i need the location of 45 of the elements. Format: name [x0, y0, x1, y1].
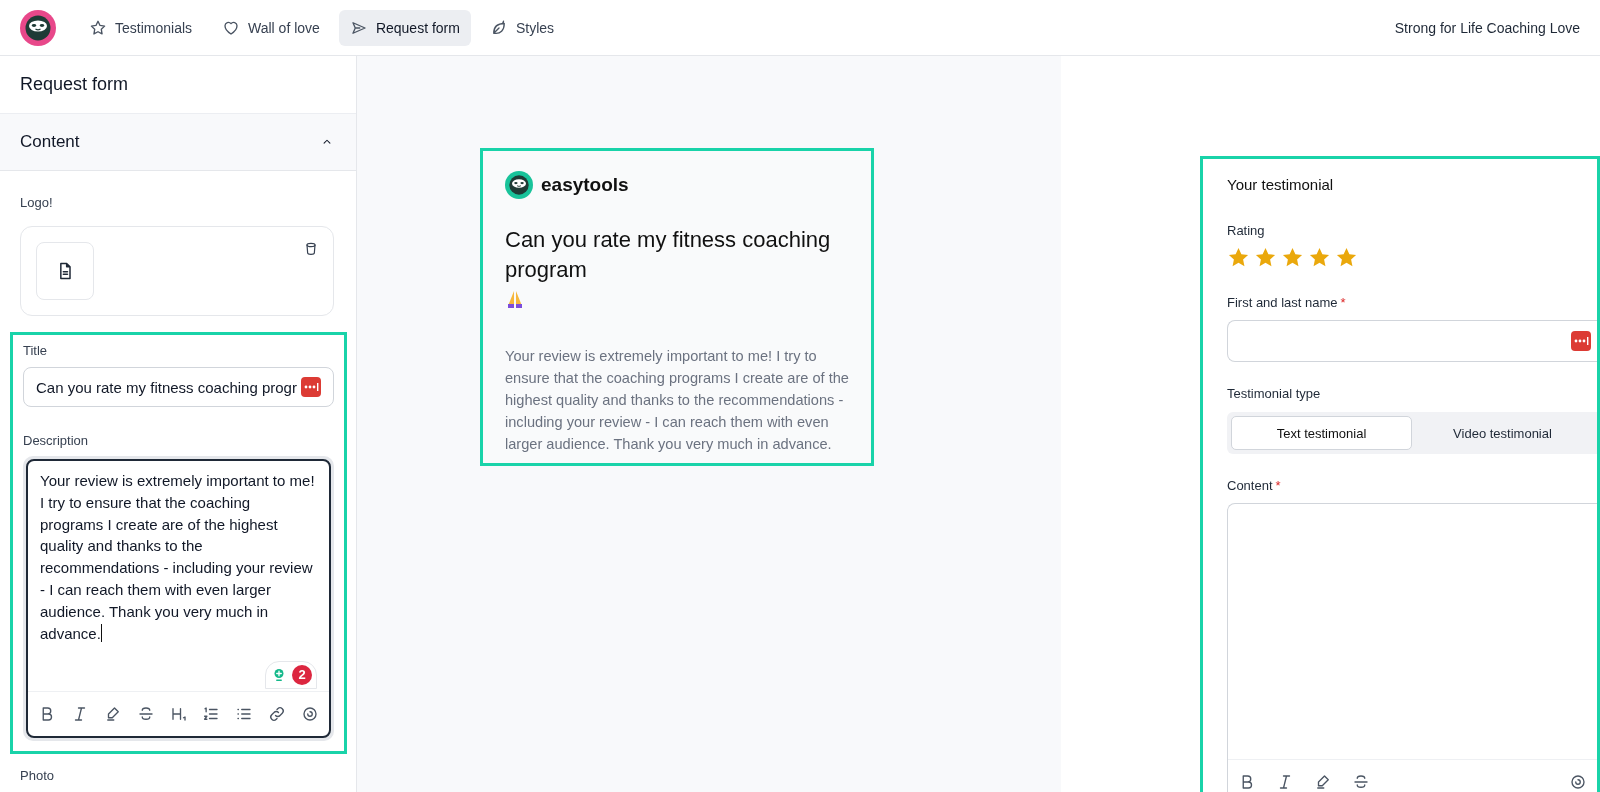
- form-heading: Your testimonial: [1227, 176, 1335, 193]
- section-header[interactable]: Content: [0, 114, 356, 171]
- strikethrough-icon: [1352, 773, 1370, 791]
- trash-icon: [303, 241, 319, 257]
- field-label: Rating: [1227, 223, 1266, 238]
- star-icon[interactable]: [1281, 246, 1304, 269]
- star-icon[interactable]: [1227, 246, 1250, 269]
- field-label: Logo!: [20, 195, 54, 210]
- password-manager-icon[interactable]: [1571, 331, 1591, 351]
- field-label: Photo: [20, 768, 55, 783]
- description-editor[interactable]: [26, 459, 331, 738]
- star-icon[interactable]: [1335, 246, 1358, 269]
- field-label: Title: [23, 343, 49, 358]
- praying-hands-icon: [505, 289, 525, 309]
- field-label: First and last name *: [1227, 295, 1347, 310]
- preview-title: Can you rate my fitness coaching program: [505, 226, 832, 284]
- field-label: Content *: [1227, 478, 1282, 493]
- logo-upload[interactable]: [20, 226, 334, 316]
- issue-count: 2: [292, 665, 312, 685]
- star-icon[interactable]: [1308, 246, 1331, 269]
- highlighter-icon: [1314, 773, 1332, 791]
- account-name[interactable]: Strong for Life Coaching Love: [1394, 19, 1580, 36]
- grammar-widget[interactable]: 2: [265, 661, 317, 689]
- nav-tab[interactable]: Styles: [478, 9, 566, 46]
- strikethrough-icon: [136, 705, 155, 723]
- brand-logo: [505, 171, 533, 199]
- numbered-list-icon: [202, 705, 221, 723]
- app-logo: [20, 9, 56, 46]
- name-field[interactable]: [1227, 320, 1597, 362]
- star-icon: [89, 18, 107, 37]
- title-field[interactable]: Can you rate my fitness coaching progr: [23, 367, 334, 407]
- segment-option[interactable]: Video testimonial: [1412, 416, 1593, 450]
- description-text: Your review is extremely important to me! I try to ensure that the coaching programs I create are of the highest quality and thanks to the recommendations - including your review - I can reach them with even larger audience. Thank you very much in advance.: [40, 471, 316, 644]
- field-label: Description: [23, 433, 90, 448]
- heading-icon: [169, 705, 188, 723]
- preview-description: Your review is extremely important to me! I try to ensure that the coaching programs I create are of the highest quality and thanks to the recommendations - including your review - I can reach them with even larger audience. Thank you very much in advance.: [505, 347, 849, 454]
- nav-tab[interactable]: Testimonials: [78, 9, 204, 46]
- link-icon: [268, 705, 287, 723]
- password-manager-icon[interactable]: [301, 377, 321, 397]
- brand-name: easytools: [541, 174, 629, 196]
- field-label: Testimonial type: [1227, 386, 1322, 401]
- nav-tab[interactable]: Wall of love: [211, 9, 331, 46]
- segment-option[interactable]: Text testimonial: [1231, 416, 1412, 450]
- star-icon[interactable]: [1254, 246, 1277, 269]
- nav-tab[interactable]: Request form: [338, 9, 471, 46]
